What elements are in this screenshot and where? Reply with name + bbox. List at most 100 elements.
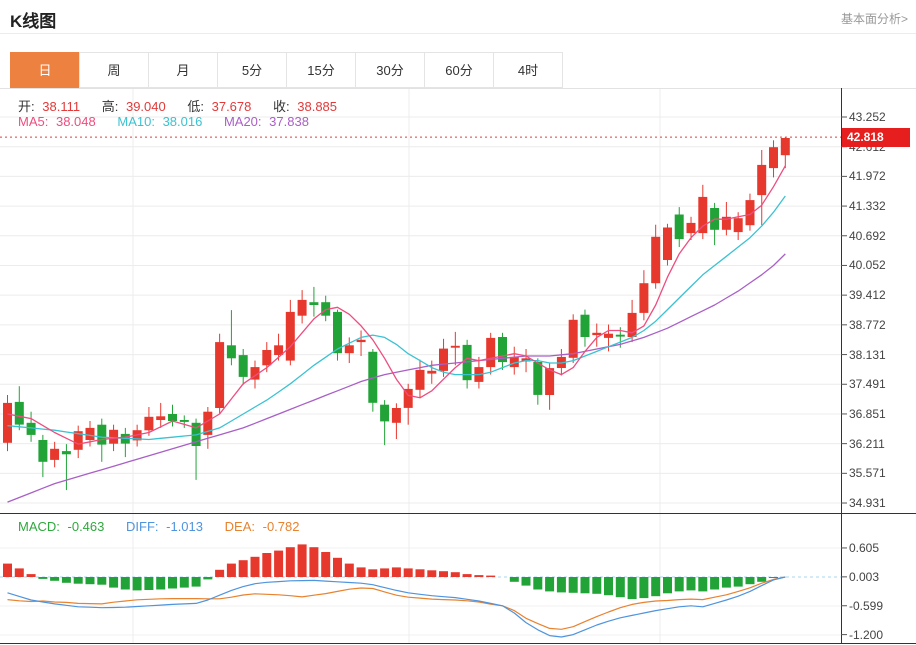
macd-bar bbox=[757, 577, 766, 582]
macd-bar bbox=[722, 577, 731, 588]
candle-body bbox=[604, 334, 613, 338]
candle-body bbox=[769, 147, 778, 168]
macd-bar bbox=[192, 577, 201, 587]
macd-bar bbox=[262, 553, 271, 577]
candle-body bbox=[357, 340, 366, 342]
macd-bar bbox=[557, 577, 566, 592]
macd-bar bbox=[581, 577, 590, 593]
macd-bar bbox=[628, 577, 637, 599]
macd-bar bbox=[345, 564, 354, 577]
macd-bar bbox=[486, 576, 495, 577]
candle-body bbox=[109, 430, 118, 444]
ma20-label: MA20: bbox=[224, 114, 262, 129]
macd-bar bbox=[227, 564, 236, 577]
candle-body bbox=[663, 228, 672, 261]
open-value: 38.111 bbox=[42, 99, 80, 114]
macd-bar bbox=[592, 577, 601, 594]
candle-body bbox=[592, 333, 601, 335]
candle-body bbox=[180, 420, 189, 422]
close-value: 38.885 bbox=[297, 99, 337, 114]
macd-bar bbox=[746, 577, 755, 584]
candle-body bbox=[262, 350, 271, 365]
macd-bar bbox=[74, 577, 83, 584]
macd-bar bbox=[663, 577, 672, 593]
candle-body bbox=[451, 346, 460, 348]
macd-bar bbox=[121, 577, 130, 590]
macd-axis-label: -1.200 bbox=[849, 628, 911, 642]
macd-row: MACD: -0.463 DIFF: -1.013 DEA: -0.782 bbox=[18, 519, 303, 534]
price-axis-label: 37.491 bbox=[849, 377, 911, 391]
macd-bar bbox=[368, 569, 377, 577]
macd-bar bbox=[474, 575, 483, 577]
ma5-label: MA5: bbox=[18, 114, 48, 129]
price-axis-label: 38.772 bbox=[849, 318, 911, 332]
macd-bar bbox=[251, 557, 260, 577]
macd-bar bbox=[168, 577, 177, 589]
candle-body bbox=[286, 312, 295, 361]
macd-bar bbox=[769, 577, 778, 578]
price-axis-label: 38.131 bbox=[849, 348, 911, 362]
candle-body bbox=[439, 349, 448, 371]
low-value: 37.678 bbox=[212, 99, 252, 114]
price-axis-label: 35.571 bbox=[849, 466, 911, 480]
macd-bar bbox=[533, 577, 542, 590]
price-axis-label: 41.972 bbox=[849, 169, 911, 183]
macd-bar bbox=[309, 547, 318, 577]
macd-axis-label: -0.599 bbox=[849, 599, 911, 613]
macd-bar bbox=[710, 577, 719, 590]
macd-bar bbox=[50, 577, 59, 581]
ma20-value: 37.838 bbox=[269, 114, 309, 129]
macd-label: MACD: bbox=[18, 519, 60, 534]
kline-app: K线图 基本面分析> 日周月5分15分30分60分4时 开: 38.111 高:… bbox=[0, 0, 916, 645]
candle-body bbox=[639, 283, 648, 313]
price-axis-label: 39.412 bbox=[849, 288, 911, 302]
macd-value: -0.463 bbox=[68, 519, 105, 534]
candle-body bbox=[86, 428, 95, 440]
candle-body bbox=[486, 338, 495, 367]
macd-bar bbox=[639, 577, 648, 598]
macd-bar bbox=[416, 569, 425, 577]
price-axis-label: 40.052 bbox=[849, 258, 911, 272]
candle-body bbox=[416, 370, 425, 390]
candle-body bbox=[757, 165, 766, 195]
macd-bar bbox=[274, 551, 283, 577]
close-label: 收: bbox=[273, 99, 290, 114]
candle-body bbox=[239, 355, 248, 377]
macd-bar bbox=[97, 577, 106, 585]
macd-bar bbox=[569, 577, 578, 593]
candle-body bbox=[144, 417, 153, 431]
macd-bar bbox=[15, 568, 24, 577]
macd-bar bbox=[239, 560, 248, 577]
candle-body bbox=[651, 237, 660, 283]
candle-body bbox=[3, 403, 12, 443]
macd-bar bbox=[109, 577, 118, 588]
price-axis-label: 36.211 bbox=[849, 437, 911, 451]
diff-label: DIFF: bbox=[126, 519, 159, 534]
candle-body bbox=[675, 215, 684, 240]
candle-body bbox=[50, 449, 59, 460]
macd-bar bbox=[298, 544, 307, 577]
macd-bar bbox=[286, 547, 295, 577]
candle-body bbox=[734, 218, 743, 232]
macd-bar bbox=[38, 577, 47, 579]
macd-bar bbox=[463, 574, 472, 577]
macd-bar bbox=[133, 577, 142, 590]
macd-bar bbox=[156, 577, 165, 590]
dea-value: -0.782 bbox=[263, 519, 300, 534]
macd-bar bbox=[62, 577, 71, 583]
price-axis-label: 36.851 bbox=[849, 407, 911, 421]
macd-bar bbox=[144, 577, 153, 590]
candle-body bbox=[581, 315, 590, 337]
candle-body bbox=[38, 440, 47, 462]
candle-body bbox=[545, 368, 554, 395]
macd-bar bbox=[380, 568, 389, 577]
current-price-tag: 42.818 bbox=[842, 128, 910, 147]
candle-body bbox=[298, 300, 307, 316]
macd-bars-layer[interactable] bbox=[3, 544, 778, 599]
open-label: 开: bbox=[18, 99, 35, 114]
macd-bar bbox=[675, 577, 684, 591]
macd-axis-label: 0.605 bbox=[849, 541, 911, 555]
macd-bar bbox=[3, 564, 12, 577]
macd-bar bbox=[734, 577, 743, 587]
candle-body bbox=[345, 345, 354, 353]
